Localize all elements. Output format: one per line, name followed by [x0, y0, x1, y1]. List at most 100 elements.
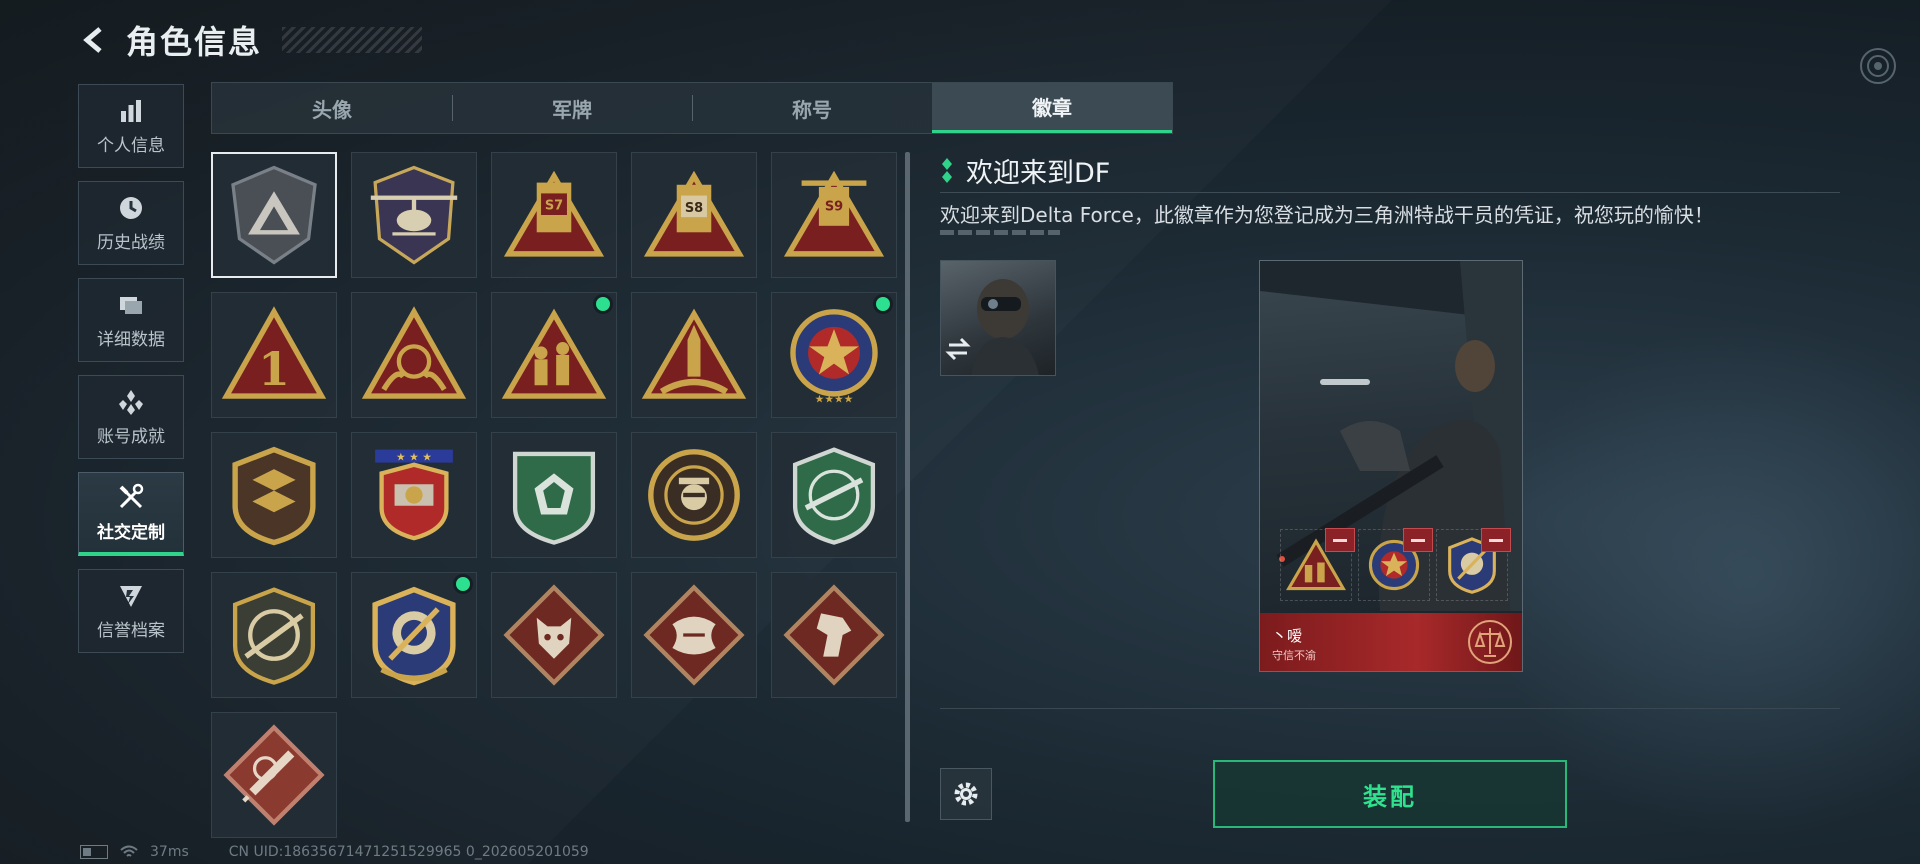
laurel-shield-badge: ★ ★ ★ — [375, 449, 453, 541]
sidebar-item-label: 社交定制 — [97, 523, 165, 543]
equipped-badges — [1280, 528, 1511, 601]
badge-cell[interactable] — [351, 292, 477, 418]
tab-bar: 头像 军牌 称号 徽章 — [211, 82, 1173, 134]
title-decoration — [282, 27, 423, 53]
tab-avatar[interactable]: 头像 — [212, 83, 452, 133]
sidebar-item-label: 信誉档案 — [97, 620, 165, 641]
svg-text:★★★★: ★★★★ — [815, 393, 854, 406]
equipped-badge-slot[interactable] — [1436, 528, 1511, 601]
sidebar-item-reputation[interactable]: 信誉档案 — [78, 569, 184, 653]
battery-icon — [80, 845, 108, 859]
badge-title: 欢迎来到DF — [966, 157, 1111, 189]
dragon-badge — [643, 584, 745, 686]
ping-value: 37ms — [150, 844, 189, 860]
page-title: 角色信息 — [126, 23, 263, 61]
badge-cell[interactable] — [351, 572, 477, 698]
remove-badge-button[interactable] — [1325, 528, 1355, 552]
operator-portrait-icon — [945, 279, 1039, 375]
page-header: 角色信息 — [78, 18, 423, 62]
sidebar-item-social-custom[interactable]: 社交定制 — [78, 472, 184, 556]
status-bar: 37ms CN UID:18635671471251529965 0_20260… — [80, 842, 589, 862]
settings-button[interactable] — [940, 768, 992, 820]
s7-badge: S7 — [503, 170, 605, 257]
badge-description: 欢迎来到Delta Force，此徽章作为您登记成为三角洲特战干员的凭证，祝您玩… — [940, 203, 1714, 227]
svg-text:S8: S8 — [685, 201, 703, 216]
badge-cell[interactable]: 1 — [211, 292, 337, 418]
knife-crosshair-badge — [372, 586, 456, 686]
green-rifle-badge — [792, 447, 876, 545]
justice-scale-icon — [1468, 620, 1512, 664]
badge-cell[interactable]: S7 — [491, 152, 617, 278]
reputation-icon — [120, 585, 142, 607]
sidebar-item-personal-info[interactable]: 个人信息 — [78, 84, 184, 168]
player-avatar[interactable] — [940, 260, 1056, 376]
target-icon[interactable] — [1858, 46, 1898, 86]
equip-button-label: 装配 — [1363, 782, 1417, 811]
svg-text:★ ★ ★: ★ ★ ★ — [396, 450, 432, 463]
equip-button[interactable]: 装配 — [1213, 760, 1567, 828]
grid-scrollbar[interactable] — [905, 152, 910, 822]
badge-cell[interactable] — [491, 432, 617, 558]
badge-cell[interactable] — [211, 712, 337, 838]
rifle-crosshair-badge — [232, 587, 316, 685]
wifi-icon — [120, 845, 138, 857]
badge-cell[interactable] — [211, 152, 337, 278]
tab-badge[interactable]: 徽章 — [932, 83, 1172, 133]
badge-cell[interactable]: ★★★★ — [771, 292, 897, 418]
svg-text:1: 1 — [258, 342, 290, 396]
tab-title[interactable]: 称号 — [692, 83, 932, 133]
badge-cell[interactable] — [351, 152, 477, 278]
badge-cell[interactable] — [631, 572, 757, 698]
hands-gem-badge — [361, 306, 467, 399]
badge-cell[interactable]: S9 — [771, 152, 897, 278]
badge-cell[interactable] — [771, 572, 897, 698]
tools-icon — [119, 483, 144, 509]
bar-chart-icon — [121, 99, 141, 122]
horse-badge — [783, 584, 885, 686]
operator-card-preview: 丶嗳 守信不渝 — [1259, 260, 1523, 672]
tab-dog-tag[interactable]: 军牌 — [452, 83, 692, 133]
back-arrow-icon[interactable] — [78, 23, 112, 57]
folder-data-icon — [120, 296, 142, 314]
sidebar-item-label: 历史战绩 — [97, 232, 165, 253]
divider — [940, 708, 1840, 709]
badge-cell[interactable]: ★ ★ ★ — [351, 432, 477, 558]
badge-cell[interactable]: S8 — [631, 152, 757, 278]
sidebar-item-label: 账号成就 — [97, 426, 165, 447]
badge-cell[interactable] — [211, 572, 337, 698]
remove-badge-button[interactable] — [1481, 528, 1511, 552]
rocket-badge — [641, 308, 747, 399]
badge-detail-panel: 欢迎来到DF 欢迎来到Delta Force，此徽章作为您登记成为三角洲特战干员… — [940, 152, 1840, 235]
badge-cell[interactable] — [491, 572, 617, 698]
remove-badge-button[interactable] — [1403, 528, 1433, 552]
sidebar-item-history[interactable]: 历史战绩 — [78, 181, 184, 265]
card-nameplate: 丶嗳 守信不渝 — [1260, 613, 1522, 671]
badge-cell[interactable] — [491, 292, 617, 418]
number-one-badge: 1 — [221, 306, 327, 399]
badge-grid: S7 S8 S9 1 ★★★★ ★ ★ ★ — [211, 152, 899, 838]
soldiers-badge — [501, 308, 607, 399]
badge-cell[interactable] — [631, 432, 757, 558]
new-indicator-dot — [596, 297, 610, 311]
s9-badge: S9 — [783, 170, 885, 257]
badge-cell[interactable] — [631, 292, 757, 418]
helicopter-badge — [370, 165, 458, 265]
side-navigation: 个人信息 历史战绩 详细数据 账号成就 社交定制 信誉档案 — [78, 84, 186, 666]
skull-crosshair-badge — [648, 449, 740, 541]
player-title: 守信不渝 — [1272, 649, 1316, 662]
badge-cell[interactable] — [211, 432, 337, 558]
shield-emblem-badge — [232, 446, 316, 546]
diamond-marker-icon — [942, 158, 952, 183]
sidebar-item-detailed-data[interactable]: 详细数据 — [78, 278, 184, 362]
delta-logo-badge — [231, 165, 317, 265]
svg-text:S7: S7 — [545, 199, 563, 214]
green-gem-badge — [512, 451, 596, 545]
sidebar-item-label: 详细数据 — [97, 329, 165, 350]
equipped-badge-slot[interactable] — [1358, 528, 1433, 601]
sidebar-item-achievements[interactable]: 账号成就 — [78, 375, 184, 459]
badge-cell[interactable] — [771, 432, 897, 558]
player-name: 丶嗳 — [1272, 627, 1303, 645]
history-clock-icon — [120, 196, 142, 219]
equipped-badge-slot[interactable] — [1280, 528, 1355, 601]
new-indicator-dot — [876, 297, 890, 311]
